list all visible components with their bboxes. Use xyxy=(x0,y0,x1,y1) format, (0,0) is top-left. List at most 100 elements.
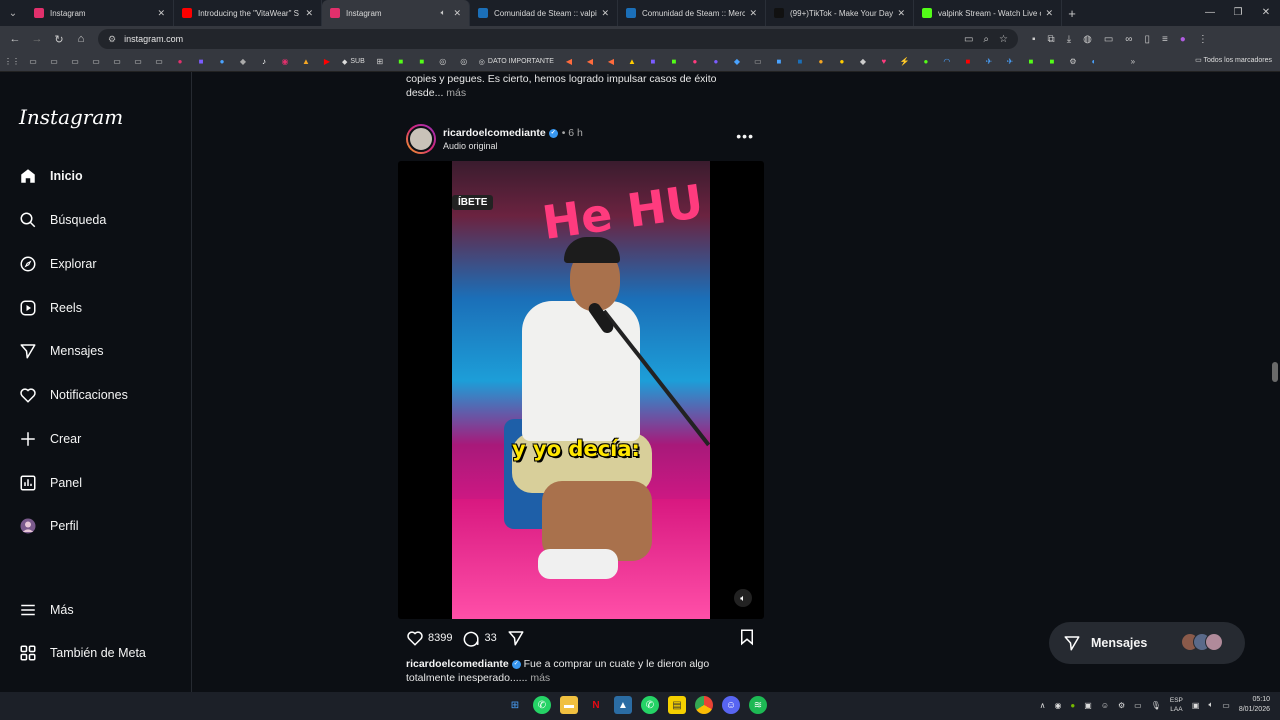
bookmark-icon[interactable]: ■ xyxy=(1046,56,1058,68)
tab-close-icon[interactable]: ✕ xyxy=(897,8,905,19)
nav-notifications[interactable]: Notificaciones xyxy=(18,382,128,408)
folder-icon[interactable]: ▭ xyxy=(111,56,123,68)
card-icon[interactable]: ▭ xyxy=(1104,34,1113,45)
minimize-icon[interactable]: — xyxy=(1196,0,1224,26)
browser-tab[interactable]: Comunidad de Steam :: valpink ✕ xyxy=(470,0,618,26)
nav-create[interactable]: Crear xyxy=(18,426,81,452)
media-icon[interactable]: ≡ xyxy=(1162,34,1168,45)
like-button[interactable]: 8399 xyxy=(406,629,452,647)
whatsapp-icon[interactable]: ✆ xyxy=(641,696,659,714)
nav-profile[interactable]: Perfil xyxy=(18,513,78,539)
bookmark-icon[interactable]: ■ xyxy=(195,56,207,68)
tab-close-icon[interactable]: ✕ xyxy=(453,8,461,19)
extensions-icon[interactable]: ⧉ xyxy=(1048,34,1055,45)
nav-dashboard[interactable]: Panel xyxy=(18,470,82,496)
browser-tab[interactable]: Instagram 🔈︎ ✕ xyxy=(322,0,470,26)
bookmark-icon[interactable]: ● xyxy=(920,56,932,68)
nav-more[interactable]: Más xyxy=(18,597,74,623)
browser-tab[interactable]: Instagram ✕ xyxy=(26,0,174,26)
apps-grid-icon[interactable]: ⋮⋮ xyxy=(4,56,20,68)
bookmark-icon[interactable]: ▶ xyxy=(321,56,333,68)
bookmark-icon[interactable]: ▭ xyxy=(752,56,764,68)
downloads-icon[interactable]: ⤓ xyxy=(1067,34,1071,45)
bookmark-icon[interactable]: ⚙ xyxy=(1067,56,1079,68)
tray-expand-icon[interactable]: ∧ xyxy=(1040,701,1046,710)
post-audio-link[interactable]: Audio original xyxy=(443,141,498,151)
bookmark-icon[interactable]: ● xyxy=(815,56,827,68)
network-icon[interactable]: ▣ xyxy=(1192,701,1200,710)
bookmark-icon[interactable]: ● xyxy=(216,56,228,68)
chrome-icon[interactable] xyxy=(695,696,713,714)
bookmark-icon[interactable]: ▲ xyxy=(300,56,312,68)
folder-icon[interactable]: ▭ xyxy=(69,56,81,68)
tab-close-icon[interactable]: ✕ xyxy=(749,8,757,19)
bookmark-icon[interactable]: ⊞ xyxy=(374,56,386,68)
discord-icon[interactable]: ☺ xyxy=(722,696,740,714)
bookmark-icon[interactable]: ◀ xyxy=(605,56,617,68)
caption-username[interactable]: ricardoelcomediante xyxy=(406,658,509,670)
bookmark-icon[interactable]: ● xyxy=(689,56,701,68)
messages-floating-button[interactable]: Mensajes xyxy=(1049,622,1245,664)
browser-tab[interactable]: Comunidad de Steam :: Mercado✕ xyxy=(618,0,766,26)
clock[interactable]: 05:10 8/01/2026 xyxy=(1239,695,1270,715)
tab-close-icon[interactable]: ✕ xyxy=(157,8,165,19)
whatsapp-icon[interactable]: ✆ xyxy=(533,696,551,714)
previous-caption-more-link[interactable]: más xyxy=(446,87,466,99)
bookmark-icon[interactable]: ■ xyxy=(668,56,680,68)
bookmark-icon[interactable]: ■ xyxy=(647,56,659,68)
bookmark-sub[interactable]: ◆ SUB xyxy=(342,58,365,66)
tray-drive-icon[interactable]: ▭ xyxy=(1134,701,1142,710)
tab-close-icon[interactable]: ✕ xyxy=(1045,8,1053,19)
bookmark-icon[interactable]: ✈ xyxy=(1004,56,1016,68)
spotify-icon[interactable]: ≋ xyxy=(749,696,767,714)
bookmark-icon[interactable]: ♥ xyxy=(878,56,890,68)
bookmark-icon[interactable]: ◉ xyxy=(279,56,291,68)
tab-close-icon[interactable]: ✕ xyxy=(601,8,609,19)
post-author-username[interactable]: ricardoelcomediante xyxy=(443,127,546,139)
browser-tab[interactable]: Introducing the "VitaWear" S ✕ xyxy=(174,0,322,26)
install-app-icon[interactable]: ▭ xyxy=(964,34,973,45)
instagram-logo[interactable]: Instagram xyxy=(19,105,123,129)
tray-mic-icon[interactable]: 🎙︎ xyxy=(1151,701,1161,710)
post-author-avatar[interactable] xyxy=(406,124,436,154)
extension-badge-icon[interactable]: ▪ xyxy=(1032,34,1036,45)
sticky-notes-icon[interactable]: ▤ xyxy=(668,696,686,714)
nav-reels[interactable]: Reels xyxy=(18,295,82,321)
language-indicator[interactable]: ESP LAA xyxy=(1170,696,1183,714)
nav-messages[interactable]: Mensajes xyxy=(18,338,104,364)
bookmark-dato[interactable]: ◎ DATO IMPORTANTE xyxy=(479,58,554,66)
bookmark-icon[interactable]: ◎ xyxy=(437,56,449,68)
tray-app-icon[interactable]: ⚙ xyxy=(1118,701,1125,710)
bookmark-icon[interactable]: ■ xyxy=(773,56,785,68)
nav-home[interactable]: Inicio xyxy=(18,163,83,189)
profile-avatar-icon[interactable]: ● xyxy=(1180,34,1186,45)
bookmark-icon[interactable]: ◀ xyxy=(563,56,575,68)
home-button-icon[interactable]: ⌂ xyxy=(70,33,92,45)
bookmark-icon[interactable]: ◆ xyxy=(731,56,743,68)
nav-explore[interactable]: Explorar xyxy=(18,251,97,277)
post-video[interactable]: He HU ÍBETE y yo decía: 🔈︎ xyxy=(398,161,764,619)
share-button[interactable] xyxy=(507,629,529,647)
bookmark-icon[interactable]: ● xyxy=(710,56,722,68)
tab-close-icon[interactable]: ✕ xyxy=(305,8,313,19)
bookmark-icon[interactable]: ■ xyxy=(962,56,974,68)
close-window-icon[interactable]: ✕ xyxy=(1252,0,1280,26)
maximize-icon[interactable]: ❐ xyxy=(1224,0,1252,26)
comment-button[interactable]: 33 xyxy=(462,629,497,647)
bookmark-icon[interactable]: ◀ xyxy=(584,56,596,68)
page-scrollbar[interactable] xyxy=(1272,362,1278,382)
bookmark-star-icon[interactable]: ☆ xyxy=(999,34,1008,45)
app-icon[interactable]: ▲ xyxy=(614,696,632,714)
zoom-icon[interactable]: ⌕ xyxy=(983,34,989,45)
battery-icon[interactable]: ▭ xyxy=(1222,701,1230,710)
folder-icon[interactable]: ▭ xyxy=(27,56,39,68)
new-tab-button[interactable]: + xyxy=(1062,6,1082,21)
bookmark-icon[interactable]: ⚡ xyxy=(899,56,911,68)
bookmark-icon[interactable]: ■ xyxy=(395,56,407,68)
browser-tab[interactable]: (99+)TikTok - Make Your Day ✕ xyxy=(766,0,914,26)
profile-toolbar-icon[interactable]: ◍ xyxy=(1083,34,1092,45)
caption-more-link[interactable]: más xyxy=(530,672,550,684)
bookmark-icon[interactable]: ● xyxy=(174,56,186,68)
folder-icon[interactable]: ▭ xyxy=(90,56,102,68)
bookmark-icon[interactable]: ♪ xyxy=(258,56,270,68)
